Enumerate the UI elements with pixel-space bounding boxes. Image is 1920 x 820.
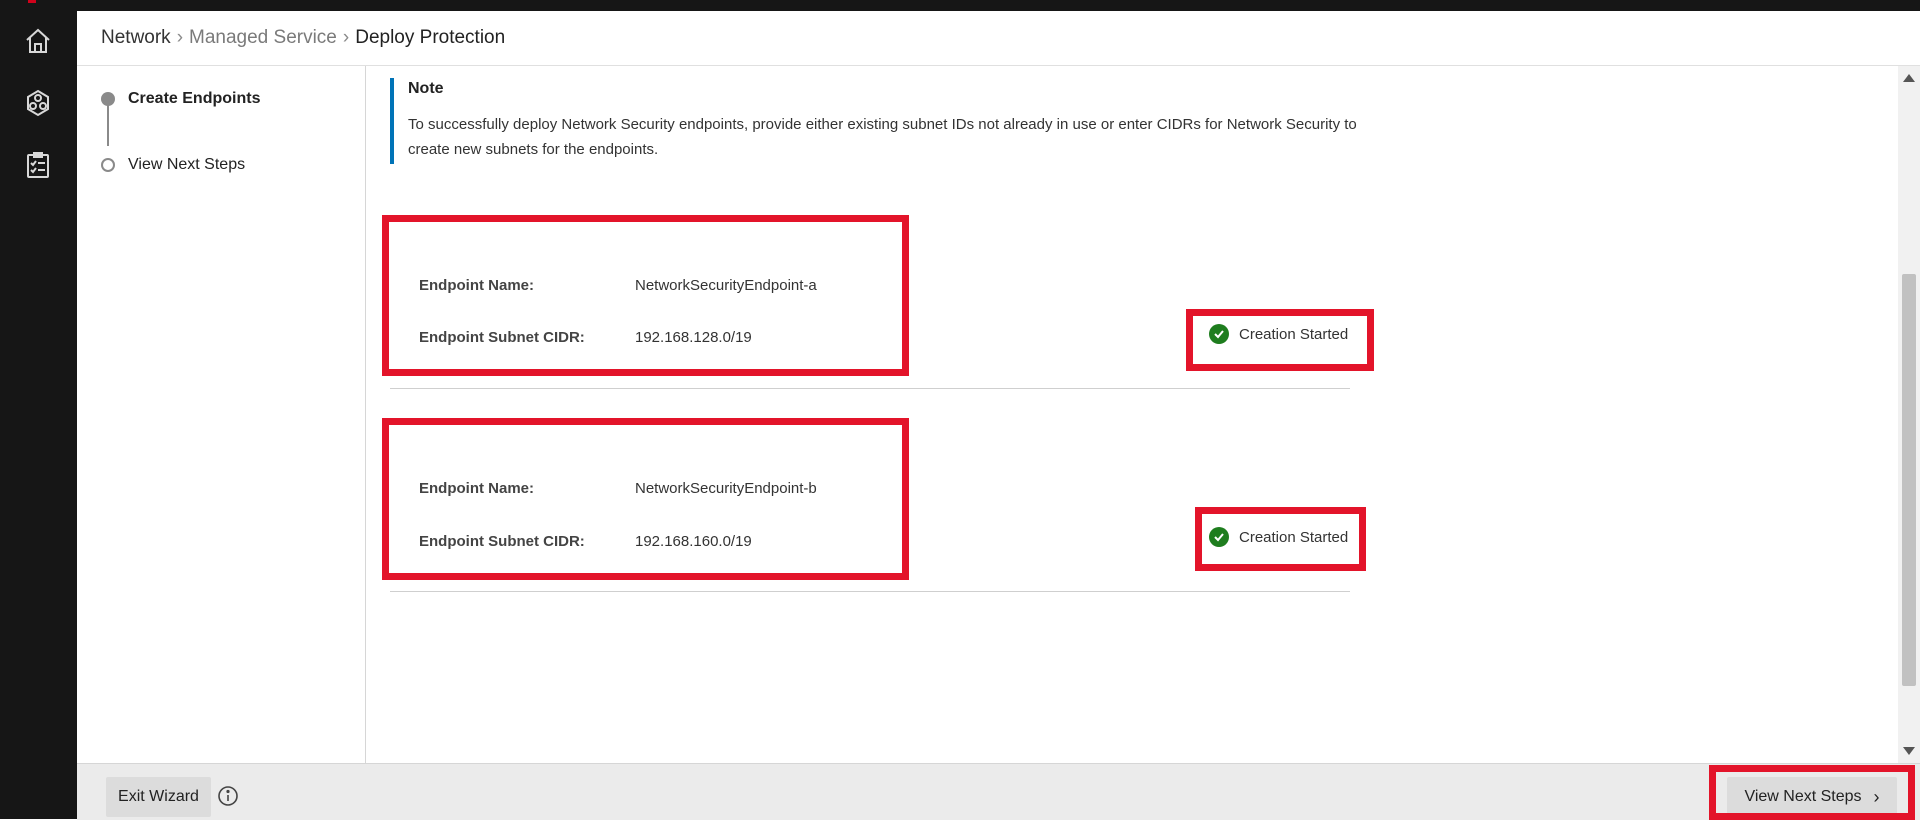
endpoint-a-cidr-value: 192.168.128.0/19 — [635, 329, 752, 346]
view-next-steps-label: View Next Steps — [1744, 788, 1862, 805]
breadcrumb-managed-service[interactable]: Managed Service — [189, 27, 337, 48]
breadcrumb-current: Deploy Protection — [355, 27, 506, 48]
endpoint-a-status-text: Creation Started — [1239, 325, 1349, 343]
step-view-next-steps[interactable]: View Next Steps — [101, 156, 245, 174]
view-next-steps-button[interactable]: View Next Steps › — [1727, 777, 1897, 817]
home-icon[interactable] — [20, 23, 56, 59]
brand-mark — [28, 0, 36, 3]
scroll-down-arrow-icon[interactable] — [1903, 747, 1915, 755]
scrollbar-thumb[interactable] — [1902, 274, 1916, 686]
breadcrumb-separator: › — [176, 27, 184, 48]
breadcrumb-separator: › — [342, 27, 350, 48]
endpoint-a-status: Creation Started — [1209, 324, 1348, 344]
page-header: Network › Managed Service › Deploy Protectio… — [77, 11, 1920, 66]
note-callout: Note To successfully deploy Network Secu… — [390, 78, 1368, 164]
cluster-icon[interactable] — [20, 85, 56, 121]
step-indicator-filled — [101, 92, 115, 106]
success-check-icon — [1209, 324, 1229, 344]
endpoint-a-name-value: NetworkSecurityEndpoint-a — [635, 277, 817, 294]
note-text: To successfully deploy Network Security … — [408, 116, 1357, 158]
endpoint-b-status: Creation Started — [1209, 527, 1348, 547]
endpoint-b-status-text: Creation Started — [1239, 528, 1349, 546]
top-bar — [0, 0, 1920, 11]
breadcrumb-network[interactable]: Network — [101, 27, 171, 48]
vertical-scrollbar[interactable] — [1898, 66, 1920, 763]
chevron-right-icon: › — [1873, 786, 1880, 807]
breadcrumb: Network › Managed Service › Deploy Protectio… — [101, 27, 505, 49]
section-divider — [390, 388, 1350, 389]
scroll-up-arrow-icon[interactable] — [1903, 74, 1915, 82]
endpoint-a-name-label: Endpoint Name: — [419, 277, 534, 294]
step-indicator-empty — [101, 158, 115, 172]
endpoint-b-cidr-label: Endpoint Subnet CIDR: — [419, 533, 585, 550]
wizard-footer: Exit Wizard View Next Steps › — [77, 763, 1920, 820]
highlight-box-endpoint-a — [382, 215, 909, 376]
step-label: Create Endpoints — [128, 90, 261, 107]
highlight-box-endpoint-b — [382, 418, 909, 580]
checklist-icon[interactable] — [20, 147, 56, 183]
main-content: Note To successfully deploy Network Secu… — [366, 66, 1898, 763]
info-icon[interactable] — [217, 785, 239, 807]
endpoint-b-name-label: Endpoint Name: — [419, 480, 534, 497]
wizard-steps-panel: Create Endpoints View Next Steps — [77, 66, 366, 763]
endpoint-a-heading-fragment — [463, 206, 493, 212]
section-divider — [390, 591, 1350, 592]
endpoint-b-name-value: NetworkSecurityEndpoint-b — [635, 480, 817, 497]
success-check-icon — [1209, 527, 1229, 547]
note-title: Note — [408, 80, 444, 97]
step-label: View Next Steps — [128, 156, 246, 173]
endpoint-a-cidr-label: Endpoint Subnet CIDR: — [419, 329, 585, 346]
left-nav-sidebar — [0, 11, 77, 819]
exit-wizard-button[interactable]: Exit Wizard — [106, 777, 211, 817]
endpoint-b-cidr-value: 192.168.160.0/19 — [635, 533, 752, 550]
step-create-endpoints[interactable]: Create Endpoints — [101, 90, 260, 108]
